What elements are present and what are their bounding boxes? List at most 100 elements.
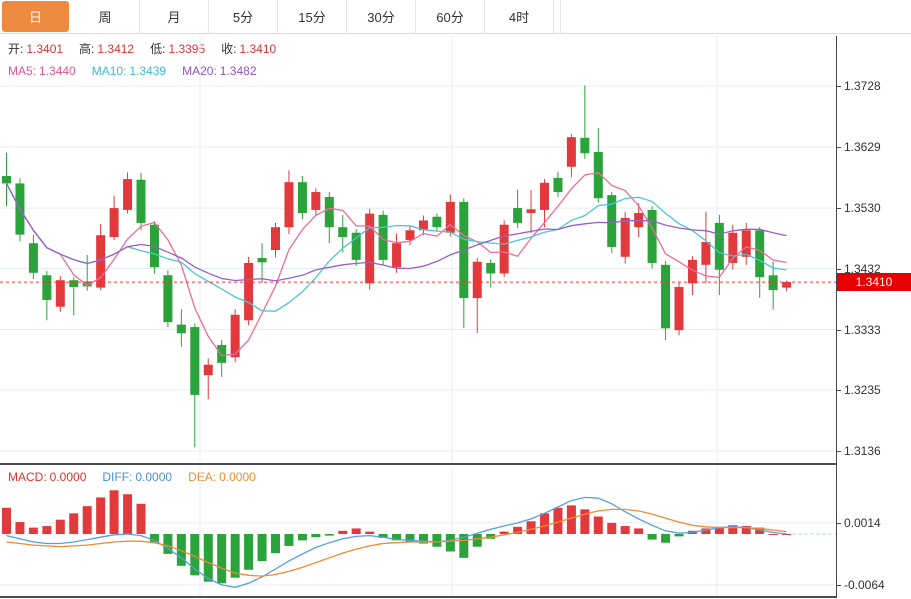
- macd-bar: [69, 513, 78, 534]
- tab-week[interactable]: 周: [71, 0, 140, 33]
- macd-bar: [648, 534, 657, 540]
- candle: [42, 271, 51, 320]
- period-tab-bar: 日周月5分15分30分60分4时: [0, 0, 911, 34]
- macd-bar: [284, 534, 293, 546]
- trading-chart-app: 日周月5分15分30分60分4时 开:1.3401高:1.3412低:1.339…: [0, 0, 911, 599]
- candle: [163, 270, 172, 327]
- price-tick-label: 1.3728: [844, 79, 881, 93]
- macd-bar: [2, 508, 11, 534]
- candle: [190, 323, 199, 447]
- candle: [217, 340, 226, 377]
- tab-30min[interactable]: 30分: [347, 0, 416, 33]
- candle: [298, 176, 307, 219]
- candle: [594, 128, 603, 203]
- candle: [513, 190, 522, 228]
- last-price-badge: 1.3410: [837, 273, 911, 291]
- macd-bar: [298, 534, 307, 540]
- macd-bar: [83, 506, 92, 534]
- price-tick-label: 1.3629: [844, 140, 881, 154]
- candle: [352, 229, 361, 266]
- macd-bar: [325, 534, 334, 536]
- candle: [580, 85, 589, 158]
- candle: [432, 214, 441, 232]
- candle: [675, 282, 684, 335]
- price-tick-label: 1.3235: [844, 383, 881, 397]
- candle: [621, 212, 630, 264]
- macd-bar: [137, 504, 146, 534]
- macd-bar: [311, 534, 320, 537]
- candle: [553, 172, 562, 197]
- candle: [2, 153, 11, 207]
- candle: [567, 134, 576, 177]
- macd-bar: [527, 521, 536, 534]
- candle: [486, 259, 495, 287]
- tab-4hour[interactable]: 4时: [485, 0, 554, 33]
- macd-bar: [365, 532, 374, 534]
- macd-tick-mark: [837, 585, 841, 586]
- macd-bar: [540, 513, 549, 534]
- candle: [338, 215, 347, 253]
- candle: [56, 276, 65, 312]
- candle: [29, 235, 38, 279]
- macd-bar: [204, 534, 213, 582]
- macd-bar: [446, 534, 455, 551]
- macd-bar: [56, 520, 65, 534]
- macd-bar: [432, 534, 441, 547]
- price-tick-label: 1.3432: [844, 262, 881, 276]
- candle: [244, 257, 253, 325]
- price-chart: [0, 36, 836, 462]
- candle: [459, 198, 468, 328]
- candle: [110, 196, 119, 240]
- macd-chart: [0, 467, 836, 596]
- candle: [69, 277, 78, 315]
- tab-5min[interactable]: 5分: [209, 0, 278, 33]
- candle: [715, 215, 724, 295]
- candle: [204, 359, 213, 400]
- candle: [325, 192, 334, 243]
- candle: [473, 258, 482, 333]
- macd-bar: [42, 526, 51, 534]
- macd-bar: [110, 490, 119, 534]
- macd-bar: [634, 528, 643, 534]
- price-tick-label: 1.3333: [844, 323, 881, 337]
- price-tick-mark: [837, 269, 841, 270]
- tab-day[interactable]: 日: [2, 1, 69, 32]
- macd-bar: [271, 534, 280, 553]
- macd-bar: [231, 534, 240, 578]
- macd-bar: [123, 494, 132, 534]
- macd-bar: [244, 534, 253, 570]
- macd-bar: [621, 526, 630, 534]
- tab-60min[interactable]: 60分: [416, 0, 485, 33]
- candle: [271, 223, 280, 258]
- candle: [123, 172, 132, 213]
- candle: [177, 309, 186, 347]
- candle: [527, 190, 536, 233]
- candle: [500, 220, 509, 277]
- candle: [379, 211, 388, 265]
- price-axis: 1.3410 1.3728 1.3629 1.3530 1.3432 1.3333 1.3…: [836, 36, 911, 598]
- macd-tick-label: 0.0014: [844, 516, 881, 530]
- macd-bar: [769, 534, 778, 535]
- candle: [688, 256, 697, 295]
- macd-bar: [352, 528, 361, 534]
- macd-bar: [675, 534, 684, 536]
- macd-bar: [661, 534, 670, 543]
- price-tick-label: 1.3530: [844, 201, 881, 215]
- price-tick-label: 1.3136: [844, 444, 881, 458]
- price-tick-mark: [837, 390, 841, 391]
- tab-bar-filler: [560, 0, 911, 33]
- price-tick-mark: [837, 451, 841, 452]
- candle: [137, 173, 146, 230]
- macd-tick-label: -0.0064: [844, 578, 885, 592]
- bottom-axis-line: [0, 596, 836, 598]
- candle: [365, 209, 374, 290]
- candle: [258, 243, 267, 283]
- candle: [284, 170, 293, 234]
- tab-15min[interactable]: 15分: [278, 0, 347, 33]
- candle: [419, 215, 428, 235]
- macd-bar: [217, 534, 226, 583]
- macd-bar: [29, 528, 38, 534]
- tab-month[interactable]: 月: [140, 0, 209, 33]
- candle: [446, 195, 455, 237]
- macd-bar: [607, 523, 616, 534]
